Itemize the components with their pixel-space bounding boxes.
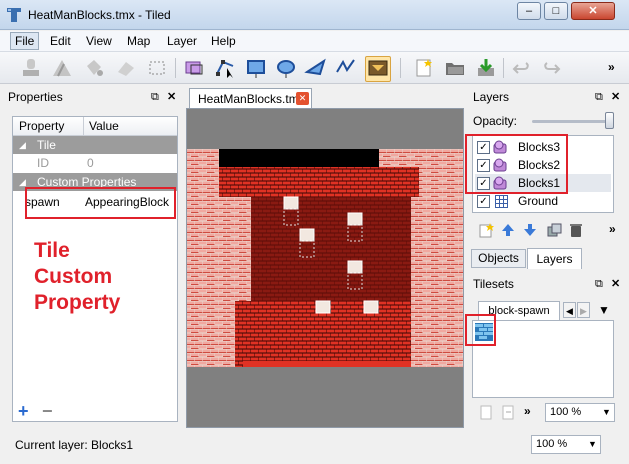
insert-polygon-icon[interactable]	[304, 56, 328, 80]
map-view[interactable]	[186, 108, 464, 428]
property-name: ID	[37, 156, 49, 170]
menu-file[interactable]: File	[10, 32, 40, 50]
tile-layer-icon	[495, 195, 508, 208]
import-tileset-icon[interactable]	[478, 404, 494, 420]
column-property[interactable]: Property	[19, 119, 64, 133]
close-button[interactable]: ✕	[571, 2, 615, 20]
map-zoom-value: 100 %	[536, 438, 568, 450]
close-panel-icon[interactable]: ✕	[167, 88, 176, 106]
insert-tile-icon[interactable]	[365, 56, 391, 82]
layers-panel-header: Layers ⧉ ✕	[469, 88, 624, 106]
tiled-app-icon	[7, 8, 21, 22]
insert-ellipse-icon[interactable]	[274, 56, 298, 80]
column-value[interactable]: Value	[89, 119, 119, 133]
maximize-button[interactable]: □	[544, 2, 568, 20]
tilesets-panel-header: Tilesets ⧉ ✕	[469, 275, 624, 293]
edit-polygons-icon[interactable]	[213, 56, 237, 80]
annotation-line-2: Custom	[34, 265, 113, 288]
tileset-zoom-value: 100 %	[550, 406, 582, 418]
map-zoom-select[interactable]: 100 % ▼	[531, 435, 601, 454]
highlight-box-tile	[465, 314, 496, 346]
tab-close-icon[interactable]: ✕	[296, 92, 309, 105]
property-row[interactable]: ID 0	[13, 154, 177, 173]
select-objects-icon[interactable]	[182, 56, 206, 80]
rect-select-icon[interactable]	[145, 56, 169, 80]
highlight-box-property	[25, 187, 176, 219]
bucket-fill-icon[interactable]	[82, 56, 106, 80]
menu-help[interactable]: Help	[206, 34, 241, 48]
chevron-down-icon[interactable]: ▼	[602, 404, 611, 421]
annotation-line-3: Property	[34, 291, 121, 314]
insert-polyline-icon[interactable]	[334, 56, 358, 80]
toolbar: »	[0, 52, 629, 84]
lower-layer-icon[interactable]	[522, 222, 538, 238]
properties-panel-title: Properties	[8, 90, 63, 104]
menu-layer[interactable]: Layer	[162, 34, 202, 48]
layer-row-ground[interactable]: ✓ Ground	[475, 192, 611, 210]
opacity-slider[interactable]	[532, 120, 612, 123]
export-tileset-icon[interactable]	[500, 404, 516, 420]
terrain-brush-icon[interactable]	[50, 56, 74, 80]
window-title: HeatManBlocks.tmx - Tiled	[28, 8, 171, 22]
raise-layer-icon[interactable]	[500, 222, 516, 238]
new-icon[interactable]	[412, 56, 436, 80]
close-panel-icon[interactable]: ✕	[611, 88, 620, 106]
tileset-scroll-right-icon[interactable]: ▶	[577, 302, 590, 318]
tab-objects[interactable]: Objects	[471, 249, 526, 268]
new-layer-icon[interactable]	[478, 222, 494, 238]
tab-heatmanblocks[interactable]: HeatManBlocks.tmx ✕	[189, 88, 312, 108]
stamp-brush-icon[interactable]	[20, 56, 44, 80]
insert-rectangle-icon[interactable]	[244, 56, 268, 80]
redo-icon[interactable]	[539, 56, 563, 80]
opacity-slider-handle[interactable]	[605, 112, 614, 129]
toolbar-overflow-button[interactable]: »	[608, 60, 615, 74]
float-panel-icon[interactable]: ⧉	[595, 275, 603, 293]
menu-map[interactable]: Map	[122, 34, 155, 48]
float-panel-icon[interactable]: ⧉	[595, 88, 603, 106]
float-panel-icon[interactable]: ⧉	[151, 88, 159, 106]
group-tile[interactable]: ◢ Tile	[13, 136, 177, 154]
layer-name: Ground	[518, 194, 559, 208]
annotation-text: Tile Custom Property	[34, 238, 120, 316]
highlight-box-layers	[465, 134, 568, 194]
collapse-arrow-icon[interactable]: ◢	[19, 136, 26, 154]
tileset-zoom-select[interactable]: 100 % ▼	[545, 403, 615, 422]
add-property-icon[interactable]: +	[18, 402, 29, 420]
layer-visibility-checkbox[interactable]: ✓	[477, 195, 490, 208]
menu-bar: File Edit View Map Layer Help	[0, 31, 629, 52]
current-layer-status: Current layer: Blocks1	[15, 438, 134, 452]
chevron-down-icon[interactable]: ▼	[588, 436, 597, 453]
tab-layers[interactable]: Layers	[527, 248, 582, 269]
property-value: 0	[87, 156, 94, 170]
title-bar: HeatManBlocks.tmx - Tiled – □ ✕	[0, 0, 629, 30]
close-panel-icon[interactable]: ✕	[611, 275, 620, 293]
status-bar: Current layer: Blocks1 100 % ▼	[0, 432, 629, 464]
tileset-menu-icon[interactable]: ▼	[598, 303, 610, 317]
group-tile-label: Tile	[37, 138, 56, 152]
remove-property-icon[interactable]: −	[42, 402, 53, 420]
menu-edit[interactable]: Edit	[45, 34, 76, 48]
tab-label: HeatManBlocks.tmx	[198, 92, 305, 106]
undo-icon[interactable]	[510, 56, 534, 80]
opacity-label: Opacity:	[473, 114, 518, 128]
properties-panel-header: Properties ⧉ ✕	[4, 88, 182, 106]
tileset-scroll-left-icon[interactable]: ◀	[563, 302, 576, 318]
delete-layer-icon[interactable]	[568, 222, 584, 238]
open-icon[interactable]	[443, 56, 467, 80]
menu-view[interactable]: View	[81, 34, 117, 48]
save-icon[interactable]	[474, 56, 498, 80]
map-canvas[interactable]	[187, 109, 463, 427]
properties-table-header: Property Value	[13, 117, 177, 136]
minimize-button[interactable]: –	[517, 2, 541, 20]
tilesets-panel-title: Tilesets	[473, 277, 514, 291]
eraser-icon[interactable]	[114, 56, 138, 80]
layers-overflow-button[interactable]: »	[609, 222, 616, 236]
layers-panel-title: Layers	[473, 90, 510, 104]
tileset-overflow-button[interactable]: »	[524, 404, 531, 418]
annotation-line-1: Tile	[34, 239, 70, 262]
duplicate-layer-icon[interactable]	[546, 222, 562, 238]
